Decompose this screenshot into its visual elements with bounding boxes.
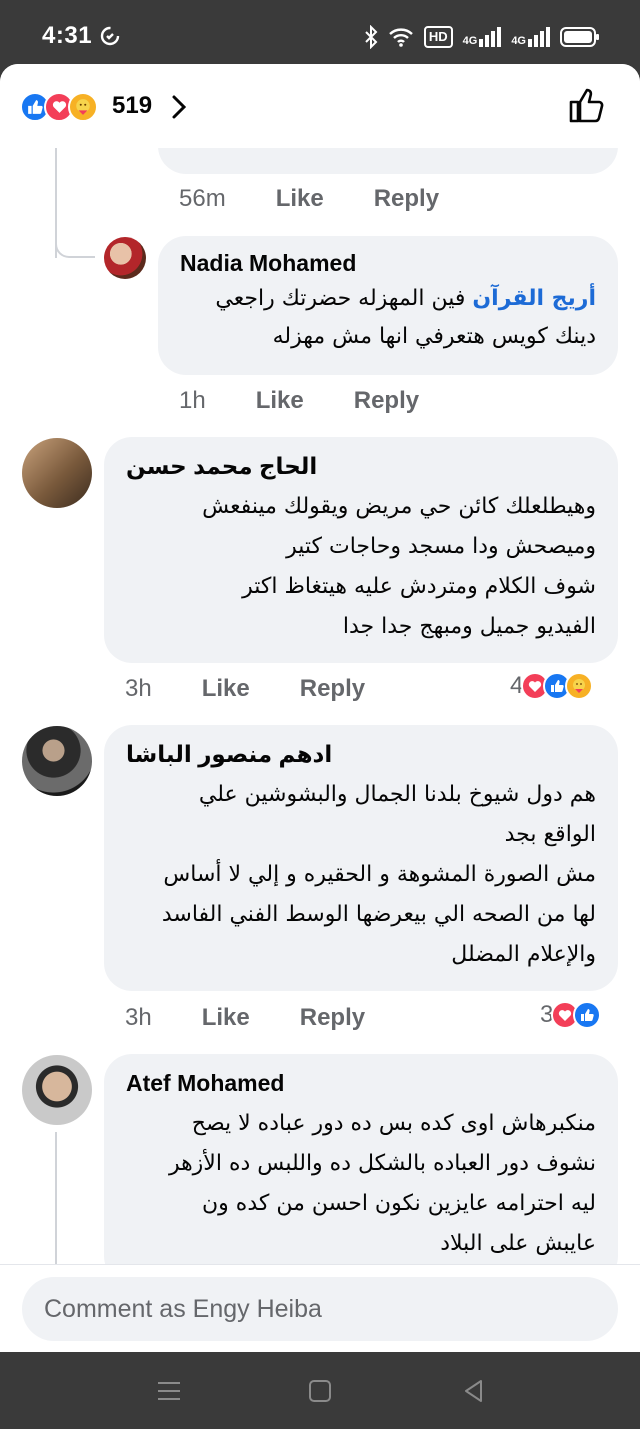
comments-sheet: 56m Like Reply Nadia Mohamed أريج القرآن…	[0, 64, 640, 1352]
comment-time: 3h	[125, 675, 152, 702]
battery-icon	[560, 27, 599, 47]
care-reaction-icon	[565, 672, 594, 700]
care-reaction-icon	[68, 92, 98, 122]
signal-icon	[528, 27, 550, 47]
comment-input[interactable]: Comment as Engy Heiba	[22, 1277, 618, 1341]
mention-link[interactable]: أريج القرآن	[472, 286, 596, 311]
like-post-button[interactable]	[568, 86, 606, 124]
comment-meta: 3h Like Reply	[125, 675, 415, 703]
comment-bubble[interactable]: Nadia Mohamed أريج القرآن فين المهزله حض…	[158, 236, 618, 375]
reaction-summary[interactable]	[20, 92, 98, 122]
system-nav-bar	[0, 1352, 640, 1429]
network-type-1: 4G	[462, 35, 478, 47]
comment-text: وهيطلعلك كائن حي مريض ويقولك مينفعش وميص…	[126, 487, 596, 647]
avatar[interactable]	[22, 438, 92, 508]
comment-line: دينك كويس هتعرفي انها مش مهزله	[272, 324, 596, 349]
reply-button[interactable]: Reply	[300, 1004, 365, 1032]
comment-meta: 3h Like Reply	[125, 1004, 415, 1032]
like-button[interactable]: Like	[276, 185, 324, 213]
comment-line: ليه احترامه عايزين نكون احسن من كده ون	[202, 1191, 596, 1216]
status-bar: 4:31 HD 4G 4G	[0, 0, 640, 66]
comment-line: فين المهزله حضرتك راجعي	[215, 286, 473, 311]
comment-line: الواقع بجد	[504, 822, 596, 847]
comment-line: والإعلام المضلل	[451, 942, 596, 967]
network-type-2: 4G	[511, 35, 526, 47]
avatar[interactable]	[104, 237, 146, 279]
reply-button[interactable]: Reply	[374, 185, 439, 213]
comment-line: مش الصورة المشوهة و الحقيره و إلي لا أسا…	[163, 862, 596, 887]
comment-line: عايبش على البلاد	[440, 1231, 596, 1256]
chevron-right-icon[interactable]	[170, 94, 188, 120]
comment-line: شوف الكلام ومتردش عليه هيتغاظ اكتر	[242, 574, 596, 599]
comment-line: لها من الصحه الي بيعرضها الوسط الفني الف…	[161, 902, 596, 927]
comment-bubble[interactable]: Atef Mohamed منكبرهاش اوى كده بس ده دور …	[104, 1054, 618, 1284]
comment-time: 3h	[125, 1004, 152, 1031]
hd-badge: HD	[423, 26, 453, 48]
reply-thread-line	[55, 1132, 57, 1272]
avatar[interactable]	[22, 1055, 92, 1125]
like-reaction-icon	[573, 1001, 602, 1029]
sync-icon	[100, 26, 120, 46]
sheet-header: 519	[0, 64, 640, 148]
comment-time: 56m	[179, 185, 226, 212]
comment-line: نشوف دور العباده بالشكل ده واللبس ده الأ…	[168, 1151, 596, 1176]
like-button[interactable]: Like	[256, 387, 304, 415]
comment-text: أريج القرآن فين المهزله حضرتك راجعي دينك…	[180, 280, 596, 356]
comment-author[interactable]: ادهم منصور الباشا	[126, 739, 596, 769]
comment-composer-bar: Comment as Engy Heiba	[0, 1264, 640, 1352]
comment-bubble[interactable]: الحاج محمد حسن وهيطلعلك كائن حي مريض ويق…	[104, 437, 618, 663]
back-icon[interactable]	[461, 1378, 487, 1404]
like-button[interactable]: Like	[202, 1004, 250, 1032]
reply-button[interactable]: Reply	[300, 675, 365, 703]
comment-time: 1h	[179, 387, 206, 414]
comment-line: الفيديو جميل ومبهج جدا جدا	[342, 614, 596, 639]
comment-meta: 56m Like Reply	[179, 185, 489, 213]
home-icon[interactable]	[307, 1378, 333, 1404]
reply-button[interactable]: Reply	[354, 387, 419, 415]
bluetooth-icon	[365, 25, 378, 49]
signal-icon	[479, 27, 502, 47]
reaction-count[interactable]: 519	[112, 92, 152, 120]
wifi-icon	[389, 28, 413, 47]
avatar[interactable]	[22, 726, 92, 796]
reply-thread-connector	[55, 242, 95, 258]
comment-reactions[interactable]: 3	[540, 1001, 602, 1029]
comment-author[interactable]: Atef Mohamed	[126, 1068, 596, 1098]
signal-2: 4G	[511, 27, 550, 47]
comment-line: هم دول شيوخ بلدنا الجمال والبشوشين علي	[198, 782, 596, 807]
comment-line: وهيطلعلك كائن حي مريض ويقولك مينفعش	[202, 494, 596, 519]
like-button[interactable]: Like	[202, 675, 250, 703]
comment-line: وميصحش ودا مسجد وحاجات كتير	[286, 534, 596, 559]
comment-line: منكبرهاش اوى كده بس ده دور عباده لا يصح	[191, 1111, 596, 1136]
comment-text: منكبرهاش اوى كده بس ده دور عباده لا يصح …	[126, 1104, 596, 1264]
recent-apps-icon[interactable]	[156, 1378, 182, 1404]
status-icons: HD 4G 4G	[364, 24, 600, 50]
comment-bubble[interactable]: ادهم منصور الباشا هم دول شيوخ بلدنا الجم…	[104, 725, 618, 991]
comment-meta: 1h Like Reply	[179, 387, 469, 415]
status-time: 4:31	[42, 22, 93, 49]
comment-author[interactable]: الحاج محمد حسن	[126, 451, 596, 481]
comment-reactions[interactable]: 4	[510, 672, 594, 700]
signal-1: 4G	[463, 27, 502, 47]
comment-text: هم دول شيوخ بلدنا الجمال والبشوشين علي ا…	[126, 775, 596, 975]
comments-list[interactable]: 56m Like Reply Nadia Mohamed أريج القرآن…	[0, 64, 640, 1284]
comment-author[interactable]: Nadia Mohamed	[180, 248, 596, 278]
